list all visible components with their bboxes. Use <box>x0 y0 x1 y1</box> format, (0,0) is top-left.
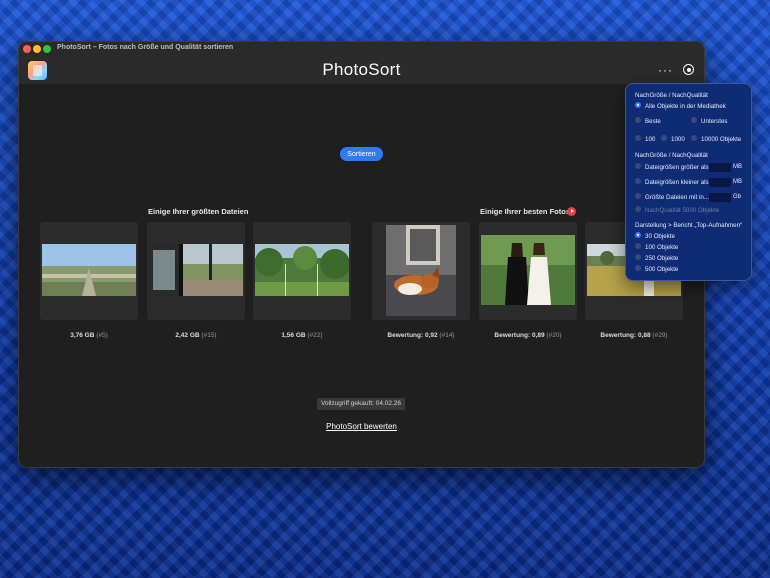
settings-popover: NachGröße / NachQualität Alle Objekte in… <box>625 83 752 281</box>
settings-icon[interactable] <box>683 64 694 75</box>
radio-selected-icon <box>635 102 641 109</box>
best-photo-card[interactable] <box>372 222 470 320</box>
largest-file-caption: 3,76 GB (#5) <box>40 332 138 339</box>
zoom-window-button[interactable] <box>43 45 51 53</box>
size-smaller-input[interactable] <box>709 178 731 187</box>
option-1000[interactable]: 1000 <box>661 135 685 143</box>
radio-icon <box>661 135 667 142</box>
option-size-larger[interactable]: Dateigrößen größer als <box>635 163 709 171</box>
option-100[interactable]: 100 <box>635 135 656 143</box>
option-best[interactable]: Beste <box>635 117 661 125</box>
option-report-250[interactable]: 250 Objekte <box>635 254 679 262</box>
rate-app-link: PhotoSort bewerten <box>19 422 704 431</box>
option-label: Beste <box>645 118 661 125</box>
panel-heading-sort: NachGröße / NachQualität <box>635 92 708 99</box>
option-quality-5000: NachQualität 5000 Objekte <box>635 206 720 214</box>
app-window: PhotoSort – Fotos nach Größe und Qualitä… <box>18 41 705 468</box>
radio-icon <box>635 243 641 250</box>
photo-rank: (#20) <box>546 332 562 339</box>
option-largest-with[interactable]: Größte Dateien mit in... <box>635 193 709 201</box>
window-view-photo-thumbnail <box>149 244 243 296</box>
best-photo-caption: Bewertung: 0,92 (#14) <box>372 332 470 339</box>
minimize-window-button[interactable] <box>33 45 41 53</box>
more-icon[interactable]: ··· <box>658 63 673 77</box>
panel-heading-filter: NachGröße / NachQualität <box>635 152 708 159</box>
radio-selected-icon <box>635 232 641 239</box>
panel-heading-report: Darstellung > Bericht „Top-Aufnahmen“ <box>635 222 743 229</box>
dog-photo-thumbnail <box>386 225 456 316</box>
file-rank: (#5) <box>96 332 108 339</box>
radio-icon <box>635 135 641 142</box>
radio-icon <box>635 265 641 272</box>
option-report-100[interactable]: 100 Objekte <box>635 243 679 251</box>
photo-score: Bewertung: 0,89 <box>494 332 545 339</box>
close-window-button[interactable] <box>23 45 31 53</box>
option-label: Unterstes <box>701 118 728 125</box>
option-label: Größte Dateien mit in... <box>645 194 709 201</box>
option-report-500[interactable]: 500 Objekte <box>635 265 679 273</box>
file-size: 3,76 GB <box>70 332 95 339</box>
purchase-status-badge: Vollzugriff gekauft: 04.02.26 <box>317 398 405 410</box>
window-title: PhotoSort – Fotos nach Größe und Qualitä… <box>57 44 234 51</box>
largest-file-card[interactable] <box>253 222 351 320</box>
size-larger-input[interactable] <box>709 163 731 172</box>
largest-file-caption: 2,42 GB (#15) <box>147 332 245 339</box>
option-label: Dateigrößen kleiner als <box>645 179 709 186</box>
option-report-30[interactable]: 30 Objekte <box>635 232 675 240</box>
radio-icon <box>635 117 641 124</box>
option-label: 250 Objekte <box>645 255 679 262</box>
radio-icon <box>691 135 697 142</box>
app-name: PhotoSort <box>322 60 401 79</box>
play-icon[interactable] <box>567 207 576 216</box>
radio-icon <box>635 163 641 170</box>
radio-icon <box>635 254 641 261</box>
largest-file-caption: 1,56 GB (#22) <box>253 332 351 339</box>
option-label: 30 Objekte <box>645 233 675 240</box>
largest-with-input[interactable] <box>709 193 731 202</box>
photo-score: Bewertung: 0,88 <box>600 332 651 339</box>
option-label: 500 Objekte <box>645 266 679 273</box>
unit-label: Gb <box>733 194 742 200</box>
option-label: 1000 <box>671 136 685 143</box>
radio-icon <box>635 193 641 200</box>
radio-icon <box>635 178 641 185</box>
option-label: Alle Objekte in der Mediathek <box>645 103 726 110</box>
largest-file-card[interactable] <box>147 222 245 320</box>
unit-label: MB <box>733 179 742 185</box>
file-rank: (#22) <box>307 332 323 339</box>
largest-file-card[interactable] <box>40 222 138 320</box>
best-photo-card[interactable] <box>479 222 577 320</box>
option-label: 10000 Objekte <box>701 136 742 143</box>
file-size: 2,42 GB <box>175 332 200 339</box>
file-size: 1,56 GB <box>281 332 306 339</box>
landscape-photo-thumbnail <box>42 244 136 296</box>
unit-label: MB <box>733 164 742 170</box>
photo-score: Bewertung: 0,92 <box>387 332 438 339</box>
best-photo-caption: Bewertung: 0,88 (#29) <box>585 332 683 339</box>
rate-app-link-text[interactable]: PhotoSort bewerten <box>326 422 397 431</box>
title-bar: PhotoSort – Fotos nach Größe und Qualitä… <box>19 42 704 57</box>
radio-icon <box>635 206 641 213</box>
toolbar: PhotoSort ··· <box>19 56 704 84</box>
best-photos-title: Einige Ihrer besten Fotos <box>480 207 571 216</box>
photo-rank: (#29) <box>652 332 668 339</box>
photo-rank: (#14) <box>439 332 455 339</box>
best-photo-caption: Bewertung: 0,89 (#20) <box>479 332 577 339</box>
sort-button[interactable]: Sortieren <box>340 147 383 161</box>
two-women-photo-thumbnail <box>481 235 575 305</box>
file-rank: (#15) <box>201 332 217 339</box>
option-all-objects[interactable]: Alle Objekte in der Mediathek <box>635 102 726 110</box>
largest-files-title: Einige Ihrer größten Dateien <box>148 207 249 216</box>
garden-photo-thumbnail <box>255 244 349 296</box>
option-label: Dateigrößen größer als <box>645 164 709 171</box>
option-label: 100 <box>645 136 656 143</box>
option-label: 100 Objekte <box>645 244 679 251</box>
radio-icon <box>691 117 697 124</box>
option-10000[interactable]: 10000 Objekte <box>691 135 742 143</box>
option-lowest[interactable]: Unterstes <box>691 117 728 125</box>
option-size-smaller[interactable]: Dateigrößen kleiner als <box>635 178 709 186</box>
option-label: NachQualität 5000 Objekte <box>645 207 720 214</box>
